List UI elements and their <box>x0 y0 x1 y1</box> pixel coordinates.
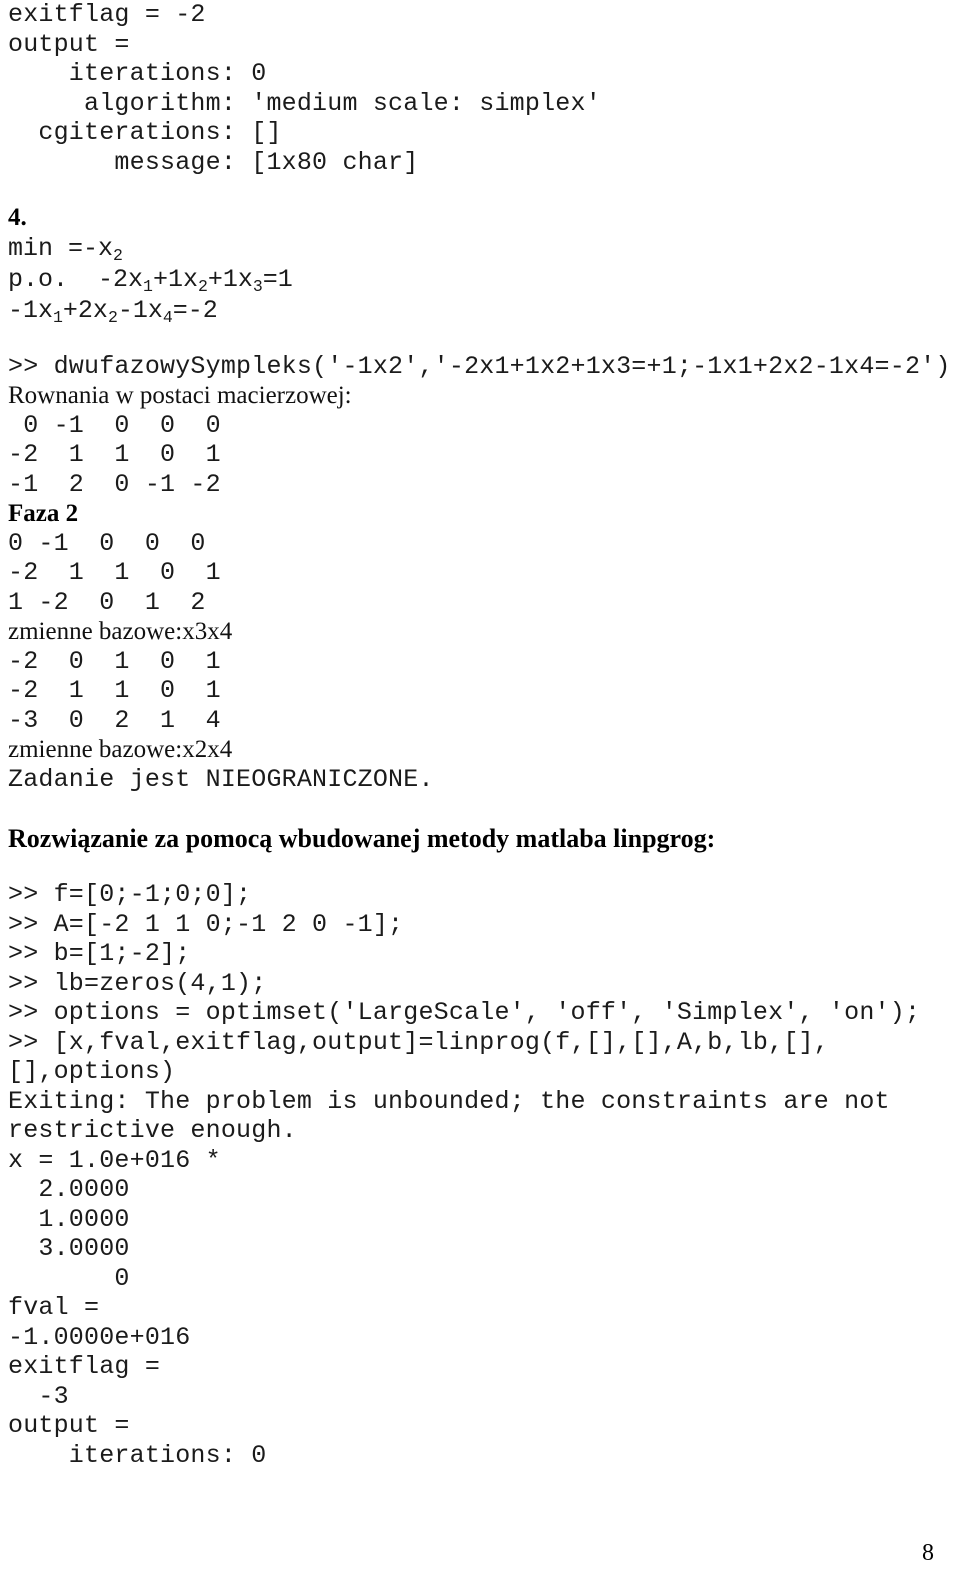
linprog-command: >> A=[-2 1 1 0;-1 2 0 -1]; <box>8 909 404 939</box>
fval-value: -1.0000e+016 <box>8 1322 191 1352</box>
output-field-algorithm-top: algorithm: 'medium scale: simplex' <box>8 88 601 118</box>
output-field-iterations-bottom: iterations: 0 <box>8 1440 267 1470</box>
page-content: exitflag = -2 output = iterations: 0 alg… <box>8 0 960 1470</box>
constraint-2-term-2: -1x <box>117 295 163 325</box>
matrix-3-row: -2 1 1 0 1 <box>8 676 221 705</box>
constraint-1-sub-1: 1 <box>143 276 153 296</box>
objective-subscript: 2 <box>113 245 123 265</box>
simplex-command: >> dwufazowySympleks('-1x2','-2x1+1x2+1x… <box>8 351 951 381</box>
output-field-iterations-top: iterations: 0 <box>8 59 267 88</box>
matrix-1-row: 0 -1 0 0 0 <box>8 410 221 440</box>
constraint-1-sub-3: 3 <box>252 276 263 296</box>
matrix-3-row: -3 0 2 1 4 <box>8 705 221 735</box>
exit-message-line-1: Exiting: The problem is unbounded; the c… <box>8 1086 890 1116</box>
constraint-1-prefix: p.o. -2x <box>8 264 144 294</box>
document-page: exitflag = -2 output = iterations: 0 alg… <box>0 0 960 1583</box>
exit-message-line-2: restrictive enough. <box>8 1116 297 1145</box>
basis-variables-label-2: zmienne bazowe:x2x4 <box>8 736 233 763</box>
output-label-top: output = <box>8 29 130 59</box>
exitflag-label-bottom: exitflag = <box>8 1352 161 1381</box>
linprog-command: >> lb=zeros(4,1); <box>8 968 267 998</box>
spacer-before-heading <box>8 794 960 824</box>
constraint-2-sub-1: 1 <box>53 307 63 327</box>
x-result-value: 1.0000 <box>8 1204 130 1234</box>
linprog-command: >> f=[0;-1;0;0]; <box>8 880 252 909</box>
matrix-2-row: 1 -2 0 1 2 <box>8 587 206 617</box>
linprog-command: >> [x,fval,exitflag,output]=linprog(f,[]… <box>8 1027 829 1057</box>
objective-prefix: min =-x <box>8 233 114 263</box>
matrix-1-row: -2 1 1 0 1 <box>8 440 221 469</box>
output-field-message-top: message: [1x80 char] <box>8 147 419 177</box>
simplex-result-message: Zadanie jest NIEOGRANICZONE. <box>8 764 434 794</box>
constraint-1-sub-2: 2 <box>197 276 208 296</box>
exitflag-line-top: exitflag = -2 <box>8 0 206 29</box>
x-result-label: x = 1.0e+016 * <box>8 1145 221 1175</box>
linprog-command: >> options = optimset('LargeScale', 'off… <box>8 998 921 1027</box>
constraint-2: -1x1+2x2-1x4=-2 <box>8 295 960 326</box>
constraint-2-prefix: -1x <box>8 295 54 325</box>
constraint-1-term-1: +1x <box>152 264 198 294</box>
matrix-form-label: Rownania w postaci macierzowej: <box>8 382 352 409</box>
faza-2-label: Faza 2 <box>8 500 79 527</box>
problem-number: 4. <box>8 204 27 231</box>
constraint-1-term-3: =1 <box>262 264 293 294</box>
page-number: 8 <box>922 1540 934 1566</box>
exitflag-value-bottom: -3 <box>8 1381 69 1411</box>
constraint-2-term-3: =-2 <box>172 295 218 325</box>
output-field-cgiterations-top: cgiterations: [] <box>8 118 282 147</box>
x-result-value: 3.0000 <box>8 1234 130 1263</box>
matrix-1-row: -1 2 0 -1 -2 <box>8 469 221 499</box>
matrix-2-row: 0 -1 0 0 0 <box>8 528 206 558</box>
fval-label: fval = <box>8 1293 100 1322</box>
constraint-1: p.o. -2x1+1x2+1x3=1 <box>8 264 960 295</box>
linprog-section-heading: Rozwiązanie za pomocą wbudowanej metody … <box>8 824 716 853</box>
constraint-2-term-1: +2x <box>62 295 108 325</box>
spacer-after-heading <box>8 854 960 880</box>
matrix-3-row: -2 0 1 0 1 <box>8 646 221 676</box>
constraint-1-term-2: +1x <box>207 264 253 294</box>
linprog-command: [],options) <box>8 1057 176 1086</box>
spacer-before-command <box>8 326 960 352</box>
matrix-2-row: -2 1 1 0 1 <box>8 558 221 587</box>
constraint-2-sub-2: 2 <box>107 307 118 327</box>
output-label-bottom: output = <box>8 1411 130 1440</box>
spacer-after-top-output <box>8 177 960 203</box>
basis-variables-label-1: zmienne bazowe:x3x4 <box>8 618 233 645</box>
objective-function: min =-x2 <box>8 233 960 264</box>
x-result-value: 2.0000 <box>8 1175 130 1204</box>
constraint-2-sub-3: 4 <box>162 307 173 327</box>
x-result-value: 0 <box>8 1263 130 1293</box>
linprog-command: >> b=[1;-2]; <box>8 939 191 968</box>
